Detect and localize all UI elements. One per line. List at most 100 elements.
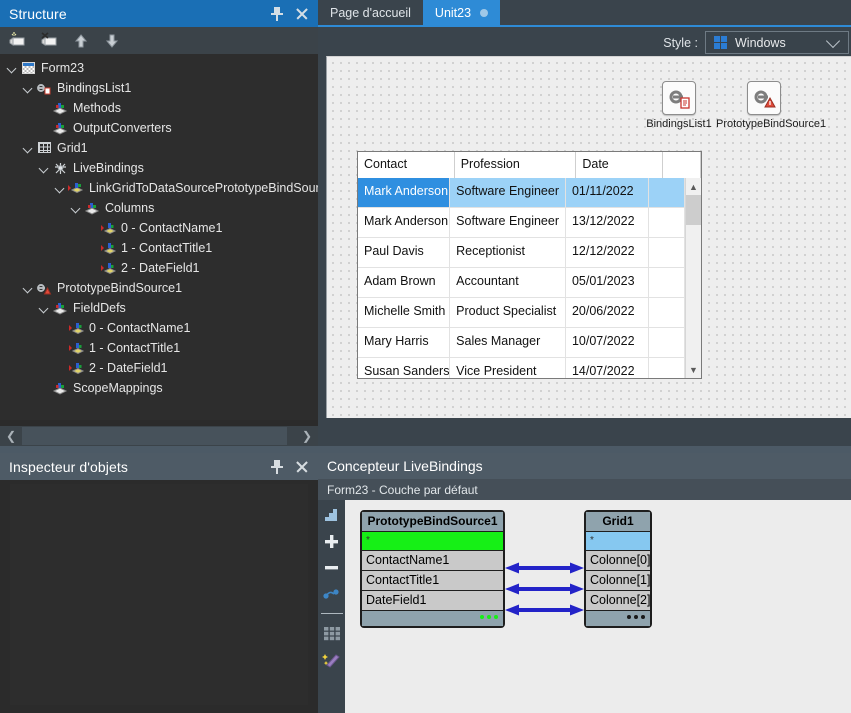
tree-node[interactable]: 2 - DateField1 — [0, 358, 318, 378]
chevron-down-icon[interactable] — [70, 202, 83, 215]
scroll-down-icon[interactable]: ▼ — [686, 361, 701, 378]
livebindings-diagram[interactable]: PrototypeBindSource1 * ContactName1 Contact… — [345, 500, 851, 713]
tree-node[interactable]: Form23 — [0, 58, 318, 78]
pin-icon[interactable] — [271, 7, 283, 21]
grid-column-header[interactable]: Date — [576, 152, 664, 178]
grid-cell[interactable] — [649, 298, 685, 327]
pin-icon[interactable] — [271, 460, 283, 474]
grid-row[interactable]: Adam Brown Accountant 05/01/2023 — [358, 268, 685, 298]
delete-column-icon[interactable] — [39, 31, 61, 51]
grid-row[interactable]: Paul Davis Receptionist 12/12/2022 — [358, 238, 685, 268]
editor-tab[interactable]: Unit23 — [422, 0, 501, 25]
scroll-left-icon[interactable]: ❮ — [0, 426, 22, 446]
grid-cell[interactable]: Sales Manager — [450, 328, 566, 357]
binding-node-field[interactable]: ContactName1 — [362, 551, 503, 571]
tree-node[interactable]: Grid1 — [0, 138, 318, 158]
scroll-right-icon[interactable]: ❯ — [296, 426, 318, 446]
chevron-down-icon[interactable] — [38, 302, 51, 315]
tree-node[interactable]: OutputConverters — [0, 118, 318, 138]
more-options-icon[interactable] — [627, 615, 645, 619]
structure-hscrollbar[interactable]: ❮ ❯ — [0, 426, 318, 446]
binding-node-field[interactable]: Colonne[0] — [586, 551, 650, 571]
binding-node-field[interactable]: DateField1 — [362, 591, 503, 611]
tree-node[interactable]: FieldDefs — [0, 298, 318, 318]
binding-link-arrow[interactable] — [505, 561, 584, 575]
tree-node[interactable]: Methods — [0, 98, 318, 118]
binding-link-arrow[interactable] — [505, 582, 584, 596]
grid-cell[interactable]: Susan Sanders — [358, 358, 451, 378]
grid-cell[interactable]: Software Engineer — [450, 178, 566, 207]
binding-node[interactable]: Grid1 * Colonne[0] Colonne[1] Colonne[2] — [584, 510, 652, 628]
grid-column-header[interactable]: Contact — [358, 152, 455, 178]
tree-node[interactable]: PrototypeBindSource1 — [0, 278, 318, 298]
binding-node-field[interactable]: Colonne[1] — [586, 571, 650, 591]
connection-icon[interactable] — [322, 585, 342, 602]
close-icon[interactable] — [296, 7, 308, 21]
scroll-up-icon[interactable]: ▲ — [686, 178, 701, 195]
tree-node[interactable]: LiveBindings — [0, 158, 318, 178]
grid-cell[interactable]: 14/07/2022 — [566, 358, 649, 378]
grid-cell[interactable]: Mark Anderson — [358, 178, 451, 207]
grid-row[interactable]: Michelle Smith Product Specialist 20/06/20… — [358, 298, 685, 328]
style-combobox[interactable]: Windows — [705, 31, 849, 54]
tree-node[interactable]: LinkGridToDataSourcePrototypeBindSource1 — [0, 178, 318, 198]
grid-cell[interactable]: Software Engineer — [450, 208, 566, 237]
form-canvas[interactable]: BindingsList1 PrototypeBindSource1 Conta… — [326, 56, 851, 418]
grid-column-header[interactable] — [663, 152, 701, 178]
chevron-down-icon[interactable] — [54, 182, 67, 195]
component-bindingslist1[interactable]: BindingsList1 — [631, 81, 727, 130]
grid-cell[interactable]: 20/06/2022 — [566, 298, 649, 327]
binding-node-footer[interactable] — [362, 611, 503, 626]
grid-row[interactable]: Susan Sanders Vice President 14/07/2022 — [358, 358, 685, 378]
binding-node-field[interactable]: ContactTitle1 — [362, 571, 503, 591]
tree-node[interactable]: 0 - ContactName1 — [0, 218, 318, 238]
grid-column-header[interactable]: Profession — [455, 152, 577, 178]
grid-layout-icon[interactable] — [322, 625, 342, 642]
editor-tab[interactable]: Page d'accueil — [318, 0, 423, 25]
chevron-down-icon[interactable] — [22, 282, 35, 295]
grid-cell[interactable]: Mary Harris — [358, 328, 451, 357]
tree-node[interactable]: Columns — [0, 198, 318, 218]
chevron-down-icon[interactable] — [22, 142, 35, 155]
component-prototypebindsource1[interactable]: PrototypeBindSource1 — [716, 81, 826, 130]
tree-node[interactable]: 0 - ContactName1 — [0, 318, 318, 338]
grid-cell[interactable]: Mark Anderson — [358, 208, 451, 237]
grid-cell[interactable]: Paul Davis — [358, 238, 451, 267]
binding-node-wildcard-row[interactable]: * — [586, 532, 650, 551]
grid-row[interactable]: Mark Anderson Software Engineer 13/12/2022 — [358, 208, 685, 238]
grid-body[interactable]: Mark Anderson Software Engineer 01/11/2022… — [358, 178, 685, 378]
new-column-icon[interactable] — [8, 31, 30, 51]
grid-cell[interactable] — [649, 178, 685, 207]
grid-cell[interactable] — [649, 358, 685, 378]
more-options-icon[interactable] — [480, 615, 498, 619]
binding-node-wildcard-row[interactable]: * — [362, 532, 503, 551]
grid-cell[interactable] — [649, 268, 685, 297]
grid-cell[interactable]: Accountant — [450, 268, 566, 297]
tree-node[interactable]: ScopeMappings — [0, 378, 318, 398]
grid-cell[interactable] — [649, 208, 685, 237]
structure-tree[interactable]: Form23 BindingsList1 Methods OutputConverte… — [0, 54, 318, 420]
binding-link-arrow[interactable] — [505, 603, 584, 617]
grid-cell[interactable]: 13/12/2022 — [566, 208, 649, 237]
grid-cell[interactable]: Michelle Smith — [358, 298, 451, 327]
grid-cell[interactable] — [649, 238, 685, 267]
grid-cell[interactable]: 12/12/2022 — [566, 238, 649, 267]
grid-scroll-thumb[interactable] — [686, 195, 701, 225]
binding-node[interactable]: PrototypeBindSource1 * ContactName1 Contact… — [360, 510, 505, 628]
chevron-down-icon[interactable] — [825, 33, 841, 48]
zoom-in-icon[interactable] — [322, 533, 342, 550]
grid-cell[interactable]: 10/07/2022 — [566, 328, 649, 357]
zoom-out-icon[interactable] — [322, 559, 342, 576]
grid-cell[interactable] — [649, 328, 685, 357]
chevron-down-icon[interactable] — [6, 62, 19, 75]
hscroll-track[interactable] — [22, 426, 296, 446]
binding-node-field[interactable]: Colonne[2] — [586, 591, 650, 611]
move-up-icon[interactable] — [70, 31, 92, 51]
grid-row[interactable]: Mark Anderson Software Engineer 01/11/2022 — [358, 178, 685, 208]
chevron-down-icon[interactable] — [22, 82, 35, 95]
grid-row[interactable]: Mary Harris Sales Manager 10/07/2022 — [358, 328, 685, 358]
grid-cell[interactable]: 01/11/2022 — [566, 178, 649, 207]
close-icon[interactable] — [296, 460, 308, 474]
data-grid[interactable]: Contact Profession Date Mark Anderson Softw… — [357, 151, 702, 379]
tree-node[interactable]: 2 - DateField1 — [0, 258, 318, 278]
